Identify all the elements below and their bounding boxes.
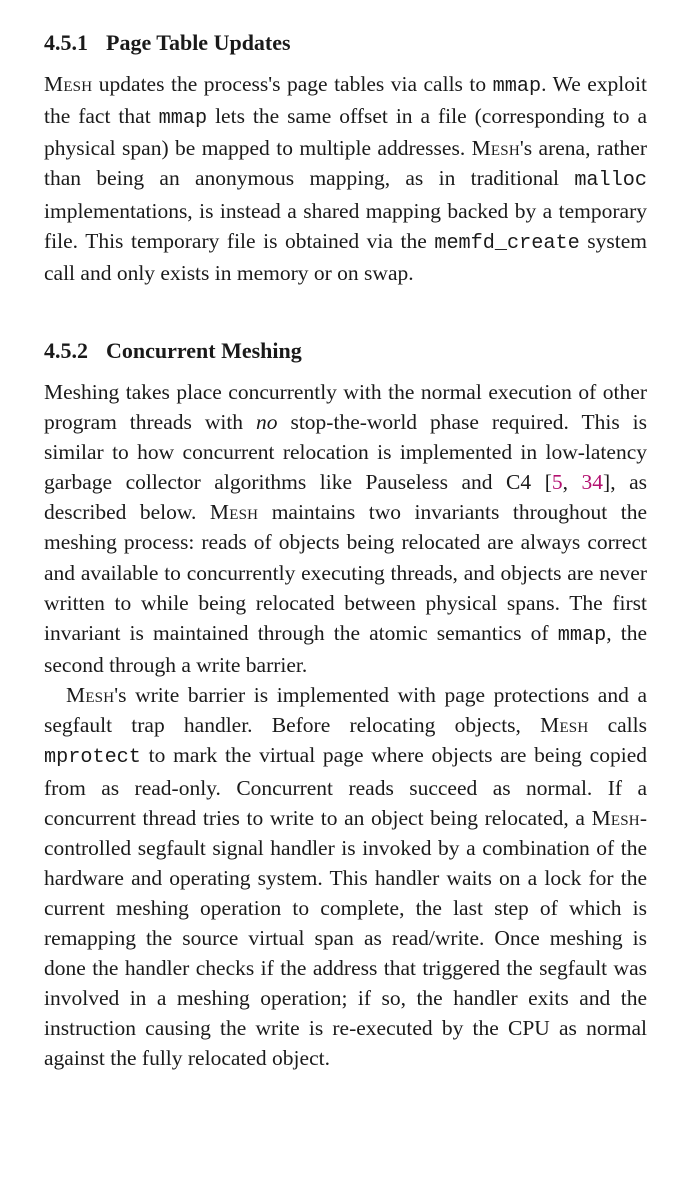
section-heading: 4.5.2 Concurrent Meshing xyxy=(44,336,647,367)
product-name: Mesh xyxy=(540,713,588,737)
cite-open-bracket: [ xyxy=(545,470,552,494)
code-mmap: mmap xyxy=(159,107,207,130)
section-4-5-2: 4.5.2 Concurrent Meshing Meshing takes pl… xyxy=(44,336,647,1073)
cite-separator: , xyxy=(563,470,582,494)
product-name: Mesh xyxy=(592,806,640,830)
product-name: Mesh xyxy=(472,136,520,160)
section-heading: 4.5.1 Page Table Updates xyxy=(44,28,647,59)
citation-link[interactable]: 34 xyxy=(582,470,604,494)
section-number: 4.5.1 xyxy=(44,30,88,55)
product-name: Mesh xyxy=(66,683,114,707)
emphasis-no: no xyxy=(256,410,278,434)
paragraph: Mesh updates the process's page tables v… xyxy=(44,69,647,288)
citation-link[interactable]: 5 xyxy=(552,470,563,494)
code-mmap: mmap xyxy=(493,75,541,98)
product-name: Mesh xyxy=(44,72,92,96)
section-title: Concurrent Meshing xyxy=(106,338,302,363)
code-mmap: mmap xyxy=(558,624,606,647)
paragraph: Mesh's write barrier is implemented with… xyxy=(44,680,647,1073)
product-name: Mesh xyxy=(210,500,258,524)
code-malloc: malloc xyxy=(574,169,647,192)
body-text: -controlled segfault signal handler is i… xyxy=(44,806,647,1071)
code-mprotect: mprotect xyxy=(44,746,141,769)
paragraph: Meshing takes place concurrently with th… xyxy=(44,377,647,680)
section-number: 4.5.2 xyxy=(44,338,88,363)
body-text: calls xyxy=(588,713,647,737)
body-text: updates the process's page tables via ca… xyxy=(92,72,492,96)
section-4-5-1: 4.5.1 Page Table Updates Mesh updates the… xyxy=(44,28,647,288)
code-memfd-create: memfd_create xyxy=(434,232,579,255)
section-title: Page Table Updates xyxy=(106,30,291,55)
